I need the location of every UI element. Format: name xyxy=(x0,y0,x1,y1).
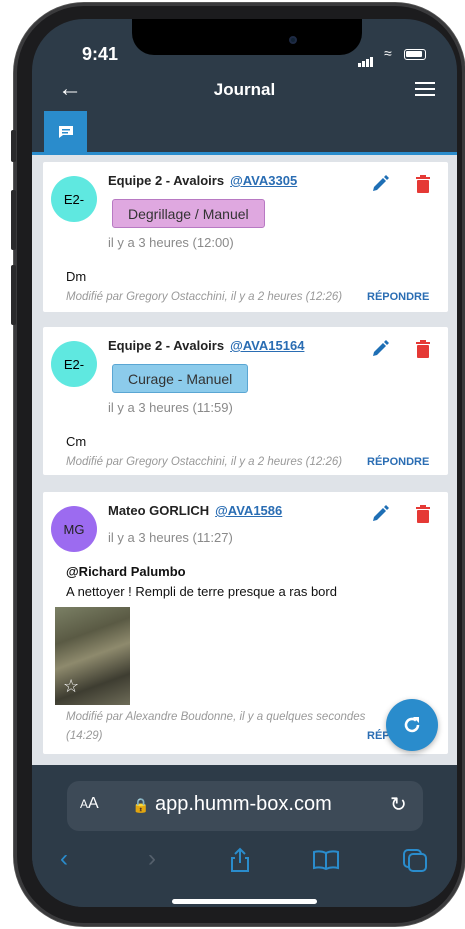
refresh-icon xyxy=(404,717,420,733)
message-text: Cm xyxy=(66,434,87,449)
trash-icon[interactable] xyxy=(415,340,431,358)
asset-link[interactable]: @AVA15164 xyxy=(230,338,304,353)
avatar: MG xyxy=(51,506,97,552)
asset-link[interactable]: @AVA3305 xyxy=(230,173,297,188)
status-bar: 9:41 ≈ xyxy=(32,19,457,69)
timestamp: il y a 3 heures (11:27) xyxy=(108,530,233,545)
tab-journal[interactable] xyxy=(44,111,87,153)
hamburger-menu-icon[interactable] xyxy=(415,82,435,100)
lock-icon: 🔒 xyxy=(132,797,150,813)
journal-entry: E2- Equipe 2 - Avaloirs @AVA3305 Degrilla… xyxy=(43,162,448,312)
star-icon[interactable]: ☆ xyxy=(63,676,79,697)
camera-icon xyxy=(289,36,297,44)
author: Equipe 2 - Avaloirs @AVA3305 xyxy=(108,173,298,188)
chevron-right-icon[interactable]: › xyxy=(148,845,156,873)
reload-icon[interactable]: ↻ xyxy=(390,792,407,817)
pencil-icon[interactable] xyxy=(370,504,390,524)
pencil-icon[interactable] xyxy=(370,174,390,194)
asset-link[interactable]: @AVA1586 xyxy=(215,503,282,518)
browser-toolbar: AA 🔒 app.humm-box.com ↻ ‹ › xyxy=(32,765,457,907)
trash-icon[interactable] xyxy=(415,175,431,193)
share-icon[interactable] xyxy=(229,847,251,873)
modified-note: Modifié par Alexandre Boudonne, il y a q… xyxy=(66,711,366,723)
wifi-icon: ≈ xyxy=(384,45,392,61)
reply-button[interactable]: RÉPONDRE xyxy=(367,291,429,303)
author: Equipe 2 - Avaloirs @AVA15164 xyxy=(108,338,305,353)
clock: 9:41 xyxy=(82,44,119,64)
chevron-left-icon[interactable]: ‹ xyxy=(60,845,68,873)
chat-icon xyxy=(58,126,73,138)
mention[interactable]: @Richard Palumbo xyxy=(66,564,186,579)
bookmarks-icon[interactable] xyxy=(312,849,340,871)
message-text: A nettoyer ! Rempli de terre presque a r… xyxy=(66,584,337,599)
modified-note: Modifié par Gregory Ostacchini, il y a 2… xyxy=(66,456,343,468)
timestamp: il y a 3 heures (11:59) xyxy=(108,400,233,415)
page-title: Journal xyxy=(213,80,276,99)
intervention-tag: Degrillage / Manuel xyxy=(112,199,265,228)
reply-button[interactable]: RÉPONDRE xyxy=(367,456,429,468)
trash-icon[interactable] xyxy=(415,505,431,523)
intervention-tag: Curage - Manuel xyxy=(112,364,249,393)
pencil-icon[interactable] xyxy=(370,339,390,359)
notch xyxy=(132,19,362,55)
avatar: E2- xyxy=(51,176,97,222)
author: Mateo GORLICH @AVA1586 xyxy=(108,503,283,518)
tab-bar xyxy=(32,111,457,155)
text-size-button[interactable]: AA xyxy=(80,795,99,813)
silent-switch xyxy=(11,130,16,162)
volume-down-button xyxy=(11,265,16,325)
signal-icon xyxy=(358,49,374,67)
screen: 9:41 ≈ ← Journal E2- Equipe 2 - Avaloirs… xyxy=(32,19,457,907)
timestamp: il y a 3 heures (12:00) xyxy=(108,235,234,250)
tabs-icon[interactable] xyxy=(402,848,428,872)
app-header: ← Journal xyxy=(32,69,457,111)
battery-icon xyxy=(404,49,426,60)
url-field[interactable]: 🔒 app.humm-box.com xyxy=(132,793,332,816)
journal-entry: E2- Equipe 2 - Avaloirs @AVA15164 Curage … xyxy=(43,327,448,475)
volume-up-button xyxy=(11,190,16,250)
home-indicator xyxy=(172,899,317,904)
refresh-button[interactable] xyxy=(386,699,438,751)
modified-time: (14:29) xyxy=(66,730,103,742)
attached-photo[interactable]: ☆ xyxy=(55,607,130,705)
modified-note: Modifié par Gregory Ostacchini, il y a 2… xyxy=(66,291,343,303)
browser-nav: ‹ › xyxy=(32,845,457,885)
message-text: Dm xyxy=(66,269,87,284)
journal-list[interactable]: E2- Equipe 2 - Avaloirs @AVA3305 Degrilla… xyxy=(32,155,457,779)
avatar: E2- xyxy=(51,341,97,387)
